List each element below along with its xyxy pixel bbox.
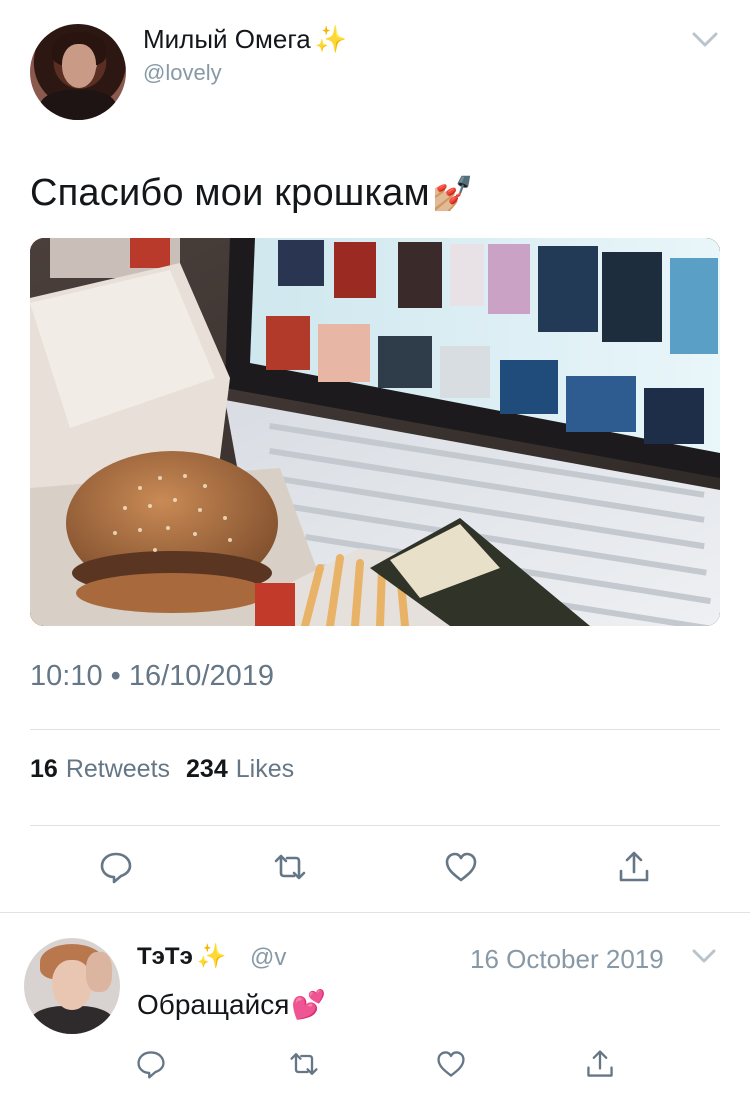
chevron-down-icon[interactable] <box>692 948 716 966</box>
heart-icon[interactable] <box>435 1048 467 1080</box>
author-name-text: Милый Омега <box>143 24 311 54</box>
author-avatar[interactable] <box>30 24 126 120</box>
divider <box>0 912 750 913</box>
reply-text: Обращайся 💕 <box>137 988 326 1021</box>
retweet-icon[interactable] <box>288 1048 320 1080</box>
chevron-down-icon[interactable] <box>692 30 718 50</box>
reply-date: 16 October 2019 <box>470 944 664 974</box>
author-handle[interactable]: @lovely <box>143 60 222 86</box>
two-hearts-emoji: 💕 <box>291 989 327 1020</box>
nail-polish-emoji: 💅🏼 <box>431 174 475 213</box>
likes-count[interactable]: 234 <box>186 755 228 784</box>
likes-label[interactable]: Likes <box>236 755 294 784</box>
retweets-count[interactable]: 16 <box>30 755 58 784</box>
tweet-text-body: Спасибо мои крошкам <box>30 172 430 214</box>
share-icon[interactable] <box>616 849 652 885</box>
reply-author-avatar[interactable] <box>24 938 120 1034</box>
tweet-photo[interactable] <box>30 238 720 626</box>
tweet-stats: 16 Retweets 234 Likes <box>30 755 302 784</box>
reply-author-handle[interactable]: @v <box>250 944 286 972</box>
reply-icon[interactable] <box>98 849 134 885</box>
retweets-label[interactable]: Retweets <box>66 755 170 784</box>
sparkles-emoji: ✨ <box>314 24 348 54</box>
reply-icon[interactable] <box>135 1048 167 1080</box>
tweet-timestamp: 10:10 • 16/10/2019 <box>30 660 274 692</box>
divider <box>30 729 720 730</box>
reply-author-name-text: ТэТэ <box>137 942 193 970</box>
reply-text-body: Обращайся <box>137 988 290 1020</box>
photo-burger-laptop <box>30 238 720 626</box>
tweet-text: Спасибо мои крошкам 💅🏼 <box>30 172 474 215</box>
divider <box>30 825 720 826</box>
retweet-icon[interactable] <box>272 849 308 885</box>
heart-icon[interactable] <box>443 849 479 885</box>
sparkles-emoji: ✨ <box>196 943 227 970</box>
reply-author-display-name[interactable]: ТэТэ ✨ <box>137 942 227 971</box>
author-display-name[interactable]: Милый Омега ✨ <box>143 24 347 55</box>
share-icon[interactable] <box>584 1048 616 1080</box>
reply-tweet[interactable]: ТэТэ ✨ @v 16 October 2019 Обращайся 💕 <box>0 914 750 1104</box>
